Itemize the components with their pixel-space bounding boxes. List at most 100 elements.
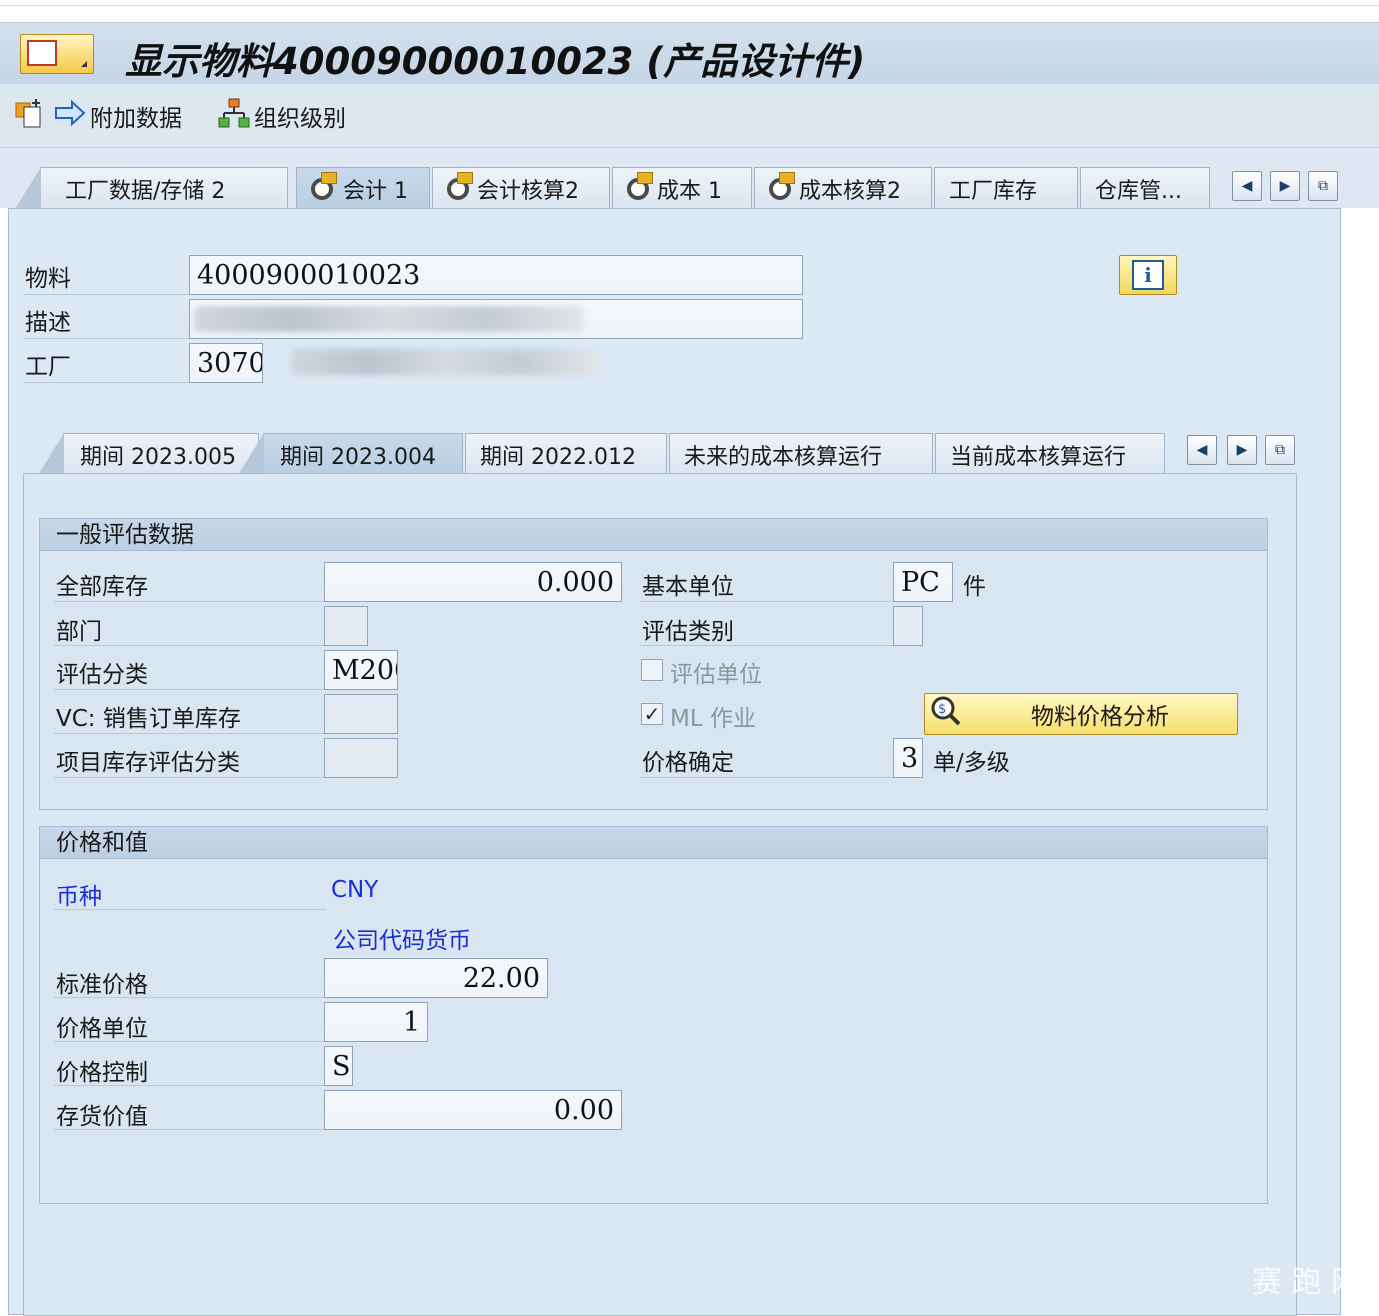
tab-accounting-2[interactable]: 会计核算2 (432, 167, 610, 209)
label-underline (640, 645, 896, 646)
top-divider (0, 5, 1379, 6)
valuation-class-label: 评估分类 (56, 662, 148, 688)
tab-period-2023-004[interactable]: 期间 2023.004 (238, 433, 463, 475)
base-unit-field[interactable]: PC (893, 562, 953, 602)
tab-content-panel: 物料 4000900010023 描述 工厂 3070 i 期间 2023.00… (8, 208, 1341, 1316)
period-tab-list-button[interactable]: ⧉ (1265, 435, 1295, 465)
label-underline (54, 733, 326, 734)
total-stock-label: 全部库存 (56, 574, 148, 600)
label-underline (54, 1085, 326, 1086)
total-stock-field[interactable]: 0.000 (324, 562, 622, 602)
tab-costing-1[interactable]: 成本 1 (612, 167, 752, 209)
currency-text: 公司代码货币 (333, 928, 471, 954)
tab-scroll-left-button[interactable]: ◀ (1232, 171, 1262, 201)
plant-label: 工厂 (25, 354, 71, 380)
svg-text:$: $ (938, 702, 946, 717)
valuation-category-label: 评估类别 (642, 619, 734, 645)
magnifier-price-icon: $ (929, 694, 963, 734)
stock-value-label: 存货价值 (56, 1104, 148, 1130)
label-underline (23, 338, 193, 339)
watermark: 赛 跑 网 (1251, 1265, 1361, 1300)
department-field[interactable] (324, 606, 368, 646)
valuation-unit-label: 评估单位 (670, 662, 762, 688)
stock-value-field[interactable]: 0.00 (324, 1090, 622, 1130)
label-underline (54, 1041, 326, 1042)
label-underline (54, 689, 326, 690)
costing-gear-icon (447, 171, 473, 200)
additional-data-label: 附加数据 (90, 106, 182, 132)
valuation-unit-checkbox[interactable] (641, 659, 663, 681)
tab-list-icon: ⧉ (1275, 442, 1285, 458)
label-underline (54, 601, 326, 602)
ml-active-checkbox[interactable]: ✓ (641, 703, 663, 725)
additional-data-button[interactable]: 附加数据 (54, 98, 182, 134)
standard-price-field[interactable]: 22.00 (324, 958, 548, 998)
tab-list-button[interactable]: ⧉ (1308, 171, 1338, 201)
system-menu-icon[interactable] (20, 34, 94, 74)
info-icon: i (1132, 260, 1164, 290)
tab-future-costing-run[interactable]: 未来的成本核算运行 (669, 433, 933, 475)
price-unit-field[interactable]: 1 (324, 1002, 428, 1042)
material-price-analysis-button[interactable]: $ 物料价格分析 (924, 693, 1238, 735)
tab-plant-stock[interactable]: 工厂库存 (934, 167, 1078, 209)
blurred-description (194, 306, 584, 332)
label-underline (640, 601, 896, 602)
vc-sales-order-stock-label: VC: 销售订单库存 (56, 706, 241, 732)
tab-period-2023-005[interactable]: 期间 2023.005 (38, 433, 259, 475)
label-underline (54, 1129, 326, 1130)
tab-list-icon: ⧉ (1318, 178, 1328, 194)
tab-period-2022-012[interactable]: 期间 2022.012 (465, 433, 667, 475)
price-determination-text: 单/多级 (933, 750, 1010, 776)
period-content-panel: 一般评估数据 全部库存 0.000 部门 评估分类 M200 VC: 销售订单库… (23, 473, 1297, 1316)
material-label: 物料 (25, 266, 71, 292)
main-tabstrip: 工厂数据/存储 2 会计 1 会计核算2 成本 1 成本核算2 工厂库存 仓库管… (0, 148, 1379, 209)
price-determination-field[interactable]: 3 (893, 738, 923, 778)
currency-value: CNY (331, 877, 379, 903)
general-valuation-title: 一般评估数据 (40, 519, 1267, 551)
price-control-field[interactable]: S (324, 1046, 353, 1086)
tab-warehouse-mgmt[interactable]: 仓库管... (1080, 167, 1210, 209)
page-title: 显示物料40009000010023 (产品设计件) (125, 40, 866, 83)
period-tab-scroll-right-button[interactable]: ▶ (1227, 435, 1257, 465)
label-underline (54, 777, 326, 778)
tab-current-costing-run[interactable]: 当前成本核算运行 (935, 433, 1165, 475)
plant-field[interactable]: 3070 (189, 343, 263, 383)
label-underline (640, 777, 896, 778)
tab-scroll-right-button[interactable]: ▶ (1270, 171, 1300, 201)
standard-price-label: 标准价格 (56, 972, 148, 998)
ml-active-label: ML 作业 (670, 706, 756, 732)
label-underline (23, 382, 193, 383)
tab-costing-2[interactable]: 成本核算2 (754, 167, 932, 209)
valuation-category-field[interactable] (893, 606, 923, 646)
new-document-icon (14, 97, 46, 135)
label-underline (54, 645, 326, 646)
project-stock-val-class-field[interactable] (324, 738, 398, 778)
period-tab-scroll-left-button[interactable]: ◀ (1187, 435, 1217, 465)
project-stock-val-class-label: 项目库存评估分类 (56, 750, 240, 776)
base-unit-text: 件 (963, 574, 986, 600)
arrow-right-icon (54, 99, 86, 133)
title-bar: 显示物料40009000010023 (产品设计件) (0, 22, 1379, 84)
description-field[interactable] (189, 299, 803, 339)
label-underline (54, 997, 326, 998)
create-button[interactable] (14, 98, 50, 134)
chevron-right-icon: ▶ (1236, 442, 1248, 458)
vc-sales-order-stock-field[interactable] (324, 694, 398, 734)
org-hierarchy-icon (218, 97, 250, 135)
valuation-class-field[interactable]: M200 (324, 650, 398, 690)
costing-gear-icon (311, 171, 337, 200)
info-button[interactable]: i (1119, 255, 1177, 295)
tab-accounting-1[interactable]: 会计 1 (296, 167, 430, 209)
label-underline (54, 909, 326, 910)
price-control-label: 价格控制 (56, 1060, 148, 1086)
description-label: 描述 (25, 310, 71, 336)
org-levels-button[interactable]: 组织级别 (218, 98, 346, 134)
costing-gear-icon (627, 171, 653, 200)
tab-plant-data-storage-2[interactable]: 工厂数据/存储 2 (15, 167, 288, 209)
chevron-right-icon: ▶ (1279, 178, 1291, 194)
material-field[interactable]: 4000900010023 (189, 255, 803, 295)
org-levels-label: 组织级别 (254, 106, 346, 132)
base-unit-label: 基本单位 (642, 574, 734, 600)
blurred-plant-name (291, 349, 597, 375)
currency-label: 币种 (56, 884, 102, 910)
